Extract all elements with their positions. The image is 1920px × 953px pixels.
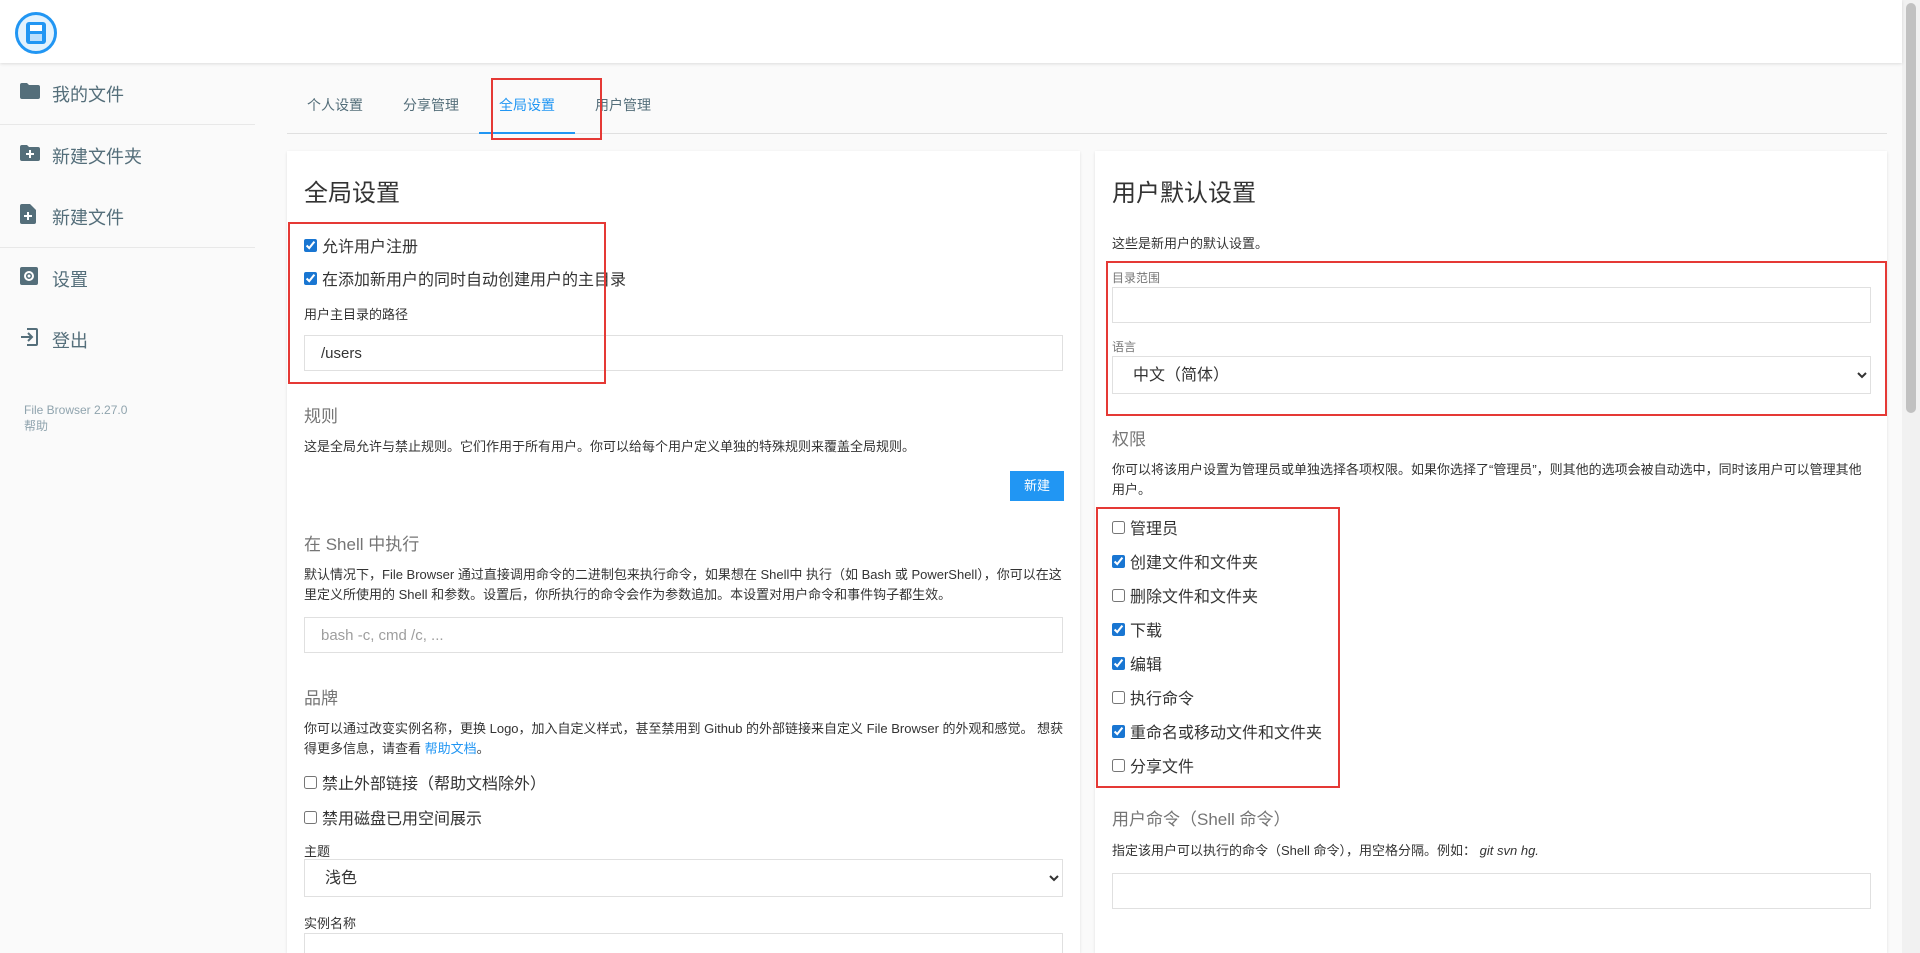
perm-edit-checkbox[interactable]: 编辑 [1112,646,1322,680]
sidebar-item-logout[interactable]: 登出 [0,309,255,370]
permissions-title: 权限 [1112,430,1146,449]
file-plus-icon [20,203,52,230]
sidebar-item-label: 新建文件 [52,207,124,228]
sidebar-item-label: 我的文件 [52,84,124,105]
checkbox-label: 分享文件 [1130,759,1195,776]
theme-label: 主题 [304,844,331,859]
home-path-input[interactable] [304,335,1063,371]
perm-admin-input[interactable] [1112,520,1125,534]
tab-shares[interactable]: 分享管理 [383,78,479,134]
user-commands-desc: 指定该用户可以执行的命令（Shell 命令），用空格分隔。例如： git svn… [1112,841,1539,861]
permissions-list: 管理员 创建文件和文件夹 删除文件和文件夹 下载 编辑 执行命令 重命名或移动文… [1112,510,1322,782]
folder-icon [20,82,52,105]
shell-desc: 默认情况下，File Browser 通过直接调用命令的二进制包来执行命令，如果… [304,567,1062,602]
app-logo[interactable] [15,12,57,54]
folder-plus-icon [20,144,52,167]
defaults-desc: 这些是新用户的默认设置。 [1112,236,1269,251]
gear-icon [20,266,52,291]
checkbox-label: 管理员 [1130,521,1179,538]
perm-delete-input[interactable] [1112,588,1125,602]
allow-signup-checkbox[interactable]: 允许用户注册 [304,231,418,259]
brand-title: 品牌 [304,689,338,708]
sidebar-item-my-files[interactable]: 我的文件 [0,63,255,124]
language-label: 语言 [1112,340,1137,354]
perm-download-input[interactable] [1112,622,1125,636]
create-home-checkbox[interactable]: 在添加新用户的同时自动创建用户的主目录 [304,264,626,292]
perm-download-checkbox[interactable]: 下载 [1112,612,1322,646]
perm-delete-checkbox[interactable]: 删除文件和文件夹 [1112,578,1322,612]
perm-admin-checkbox[interactable]: 管理员 [1112,510,1322,544]
brand-desc-text: 你可以通过改变实例名称，更换 Logo，加入自定义样式，甚至禁用到 Github… [304,721,1064,756]
home-path-label: 用户主目录的路径 [304,307,409,322]
shell-input[interactable] [304,617,1063,653]
tab-users[interactable]: 用户管理 [575,78,671,134]
disable-links-input[interactable] [304,775,317,789]
perm-share-input[interactable] [1112,758,1125,772]
perm-create-checkbox[interactable]: 创建文件和文件夹 [1112,544,1322,578]
perm-edit-input[interactable] [1112,656,1125,670]
logout-icon [20,327,52,352]
user-commands-example: git svn hg. [1479,843,1539,858]
allow-signup-input[interactable] [304,238,317,252]
checkbox-label: 编辑 [1130,657,1163,674]
checkbox-label: 创建文件和文件夹 [1130,555,1259,572]
language-select[interactable]: 中文（简体） [1112,356,1871,394]
perm-create-input[interactable] [1112,554,1125,568]
sidebar-item-label: 设置 [52,269,88,290]
disable-links-checkbox[interactable]: 禁止外部链接（帮助文档除外） [304,768,546,796]
floppy-disk-icon [26,22,46,44]
new-rule-button[interactable]: 新建 [1010,471,1065,501]
brand-desc-end: 。 [476,741,490,756]
checkbox-label: 执行命令 [1130,691,1195,708]
footer-info: File Browser 2.27.0 帮助 [0,370,255,434]
brand-desc: 你可以通过改变实例名称，更换 Logo，加入自定义样式，甚至禁用到 Github… [304,719,1064,759]
create-home-input[interactable] [304,271,317,285]
page-scrollbar[interactable] [1902,0,1920,953]
rules-title: 规则 [304,407,338,426]
help-link[interactable]: 帮助 [24,418,255,434]
checkbox-label: 下载 [1130,623,1163,640]
theme-select[interactable]: 浅色 [304,859,1063,897]
instance-name-label: 实例名称 [304,916,357,931]
disable-usage-input[interactable] [304,810,317,824]
instance-name-input[interactable] [304,933,1063,953]
global-settings-card: 全局设置 允许用户注册 在添加新用户的同时自动创建用户的主目录 用户主目录的路径… [287,151,1080,953]
user-commands-input[interactable] [1112,873,1871,909]
checkbox-label: 重命名或移动文件和文件夹 [1130,725,1323,742]
sidebar-item-new-file[interactable]: 新建文件 [0,186,255,247]
perm-rename-input[interactable] [1112,724,1125,738]
tab-global-settings[interactable]: 全局设置 [479,78,575,134]
top-bar [0,0,1902,63]
perm-share-checkbox[interactable]: 分享文件 [1112,748,1322,782]
card-title: 全局设置 [304,180,400,207]
checkbox-label: 在添加新用户的同时自动创建用户的主目录 [322,272,627,289]
rules-desc: 这是全局允许与禁止规则。它们作用于所有用户。你可以给每个用户定义单独的特殊规则来… [304,439,916,454]
shell-title: 在 Shell 中执行 [304,535,420,554]
user-commands-desc-text: 指定该用户可以执行的命令（Shell 命令），用空格分隔。例如： [1112,843,1477,858]
checkbox-label: 禁用磁盘已用空间展示 [322,811,483,828]
perm-execute-checkbox[interactable]: 执行命令 [1112,680,1322,714]
perm-execute-input[interactable] [1112,690,1125,704]
checkbox-label: 删除文件和文件夹 [1130,589,1259,606]
user-commands-title: 用户命令（Shell 命令） [1112,810,1291,829]
perm-rename-checkbox[interactable]: 重命名或移动文件和文件夹 [1112,714,1322,748]
checkbox-label: 禁止外部链接（帮助文档除外） [322,776,547,793]
version-text: File Browser 2.27.0 [24,403,128,417]
help-docs-link[interactable]: 帮助文档 [425,741,477,756]
scope-input[interactable] [1112,287,1871,323]
permissions-desc: 你可以将该用户设置为管理员或单独选择各项权限。如果你选择了“管理员”，则其他的选… [1112,462,1862,497]
user-defaults-card: 用户默认设置 这些是新用户的默认设置。 目录范围 语言 中文（简体） 权限 你可… [1095,151,1887,953]
sidebar-item-settings[interactable]: 设置 [0,248,255,309]
card-title: 用户默认设置 [1112,180,1256,207]
sidebar-item-new-folder[interactable]: 新建文件夹 [0,125,255,186]
sidebar: 我的文件 新建文件夹 新建文件 设置 登出 File Browser 2.27.… [0,63,255,434]
sidebar-item-label: 新建文件夹 [52,146,142,167]
scrollbar-thumb[interactable] [1906,3,1916,413]
tab-profile[interactable]: 个人设置 [287,78,383,134]
disable-usage-checkbox[interactable]: 禁用磁盘已用空间展示 [304,803,482,831]
settings-tabs: 个人设置 分享管理 全局设置 用户管理 [287,78,1887,134]
sidebar-item-label: 登出 [52,330,88,351]
scope-label: 目录范围 [1112,271,1161,285]
checkbox-label: 允许用户注册 [322,239,419,256]
